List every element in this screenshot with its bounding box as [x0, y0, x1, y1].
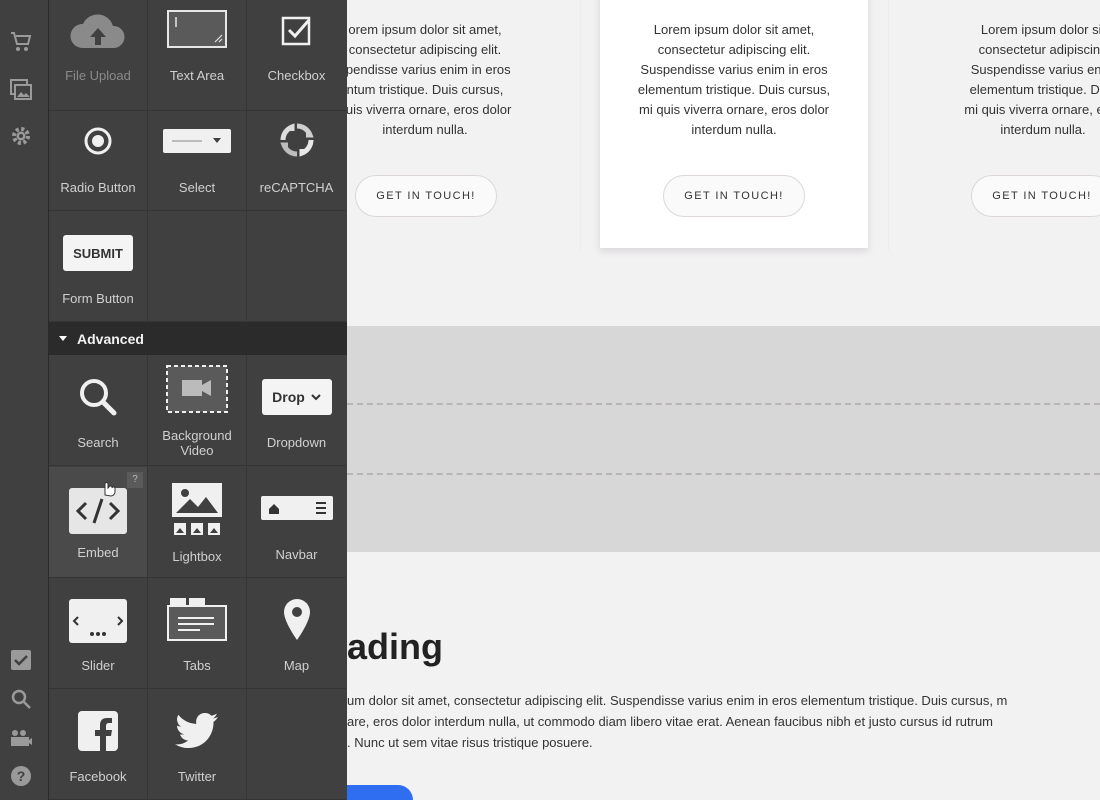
left-toolbar: ?: [0, 0, 49, 800]
tile-label: Slider: [81, 658, 115, 673]
tile-embed[interactable]: ? Embed: [49, 467, 148, 578]
tile-checkbox[interactable]: Checkbox: [247, 0, 346, 111]
tile-label: File Upload: [65, 68, 131, 83]
tile-label: reCAPTCHA: [259, 180, 334, 195]
get-in-touch-button[interactable]: GET IN TOUCH!: [355, 175, 497, 217]
check-icon[interactable]: [7, 646, 35, 674]
cloud-upload-icon: [49, 8, 147, 54]
tile-recaptcha[interactable]: reCAPTCHA: [247, 100, 346, 211]
section-heading: ading: [347, 626, 443, 667]
video-icon: [148, 365, 246, 413]
map-pin-icon: [247, 598, 346, 642]
cart-icon[interactable]: [7, 28, 35, 56]
text-area-icon: [148, 10, 246, 48]
tile-map[interactable]: Map: [247, 578, 346, 689]
tile-label: Twitter: [177, 769, 217, 784]
tile-select[interactable]: Select: [148, 100, 247, 211]
section-title: Advanced: [77, 330, 144, 347]
card-text: Lorem ipsum dolor sit consectetur adipis…: [964, 22, 1100, 137]
card-text: Lorem ipsum dolor sit amet, consectetur …: [637, 22, 831, 137]
tile-navbar[interactable]: Navbar: [247, 467, 346, 578]
tile-label: Search: [77, 435, 119, 450]
empty-section[interactable]: [347, 326, 1100, 552]
empty-tile: [247, 211, 346, 322]
get-in-touch-button[interactable]: GET IN TOUCH!: [971, 175, 1100, 217]
design-canvas[interactable]: orem ipsum dolor sit amet, consectetur a…: [347, 0, 1100, 800]
tile-label: Form Button: [62, 291, 134, 306]
tile-label: Dropdown: [266, 435, 327, 450]
navbar-icon: [247, 495, 346, 521]
select-icon: [148, 128, 246, 154]
dashed-divider: [347, 473, 1100, 475]
tile-label: Text Area: [169, 68, 225, 83]
tile-text-area[interactable]: Text Area: [148, 0, 247, 111]
column-divider: [888, 0, 889, 250]
column-divider: [580, 0, 581, 250]
dropdown-icon: Drop: [247, 379, 346, 415]
help-badge[interactable]: ?: [127, 472, 143, 488]
tile-label: Background Video: [162, 428, 232, 458]
image-icon: [148, 481, 246, 537]
tile-label: Facebook: [69, 769, 127, 784]
empty-tile: [148, 211, 247, 322]
advanced-section-header[interactable]: Advanced: [49, 322, 347, 355]
tile-slider[interactable]: Slider: [49, 578, 148, 689]
dashed-divider: [347, 403, 1100, 405]
twitter-icon: [148, 713, 246, 749]
tile-label: Radio Button: [60, 180, 136, 195]
tile-search[interactable]: Search: [49, 355, 148, 466]
help-icon[interactable]: ?: [7, 762, 35, 790]
recaptcha-icon: [247, 122, 346, 158]
submit-button-icon: SUBMIT: [49, 235, 147, 271]
section-paragraph: um dolor sit amet, consectetur adipiscin…: [347, 693, 1008, 750]
tile-facebook[interactable]: Facebook: [49, 689, 148, 800]
search-icon: [49, 377, 147, 417]
add-elements-panel: File Upload Text Area Checkbox Radio But…: [49, 0, 347, 800]
tile-label: Lightbox: [172, 549, 222, 564]
slider-icon: [49, 598, 147, 644]
tile-dropdown[interactable]: Drop Dropdown: [247, 355, 346, 466]
card-text: orem ipsum dolor sit amet, consectetur a…: [347, 22, 512, 137]
tile-radio-button[interactable]: Radio Button: [49, 100, 148, 211]
tile-label: Navbar: [275, 547, 318, 562]
checkbox-icon: [247, 14, 346, 46]
primary-button[interactable]: [347, 785, 413, 800]
users-icon[interactable]: [7, 724, 35, 752]
tile-label: Embed: [77, 545, 119, 560]
svg-text:?: ?: [17, 768, 26, 784]
tile-lightbox[interactable]: Lightbox: [148, 467, 247, 578]
tile-label: Checkbox: [267, 68, 326, 83]
tile-file-upload[interactable]: File Upload: [49, 0, 148, 111]
gear-icon[interactable]: [7, 122, 35, 150]
radio-button-icon: [49, 126, 147, 156]
tile-twitter[interactable]: Twitter: [148, 689, 247, 800]
empty-tile: [247, 689, 346, 800]
gallery-icon[interactable]: [7, 76, 35, 104]
tabs-icon: [148, 596, 246, 642]
tile-label: Map: [283, 658, 310, 673]
facebook-icon: [49, 711, 147, 751]
tile-label: Select: [178, 180, 216, 195]
tile-label: Tabs: [183, 658, 211, 673]
tile-tabs[interactable]: Tabs: [148, 578, 247, 689]
get-in-touch-button[interactable]: GET IN TOUCH!: [663, 175, 805, 217]
hand-cursor-icon: [99, 479, 117, 501]
caret-down-icon: [59, 336, 67, 341]
search-icon[interactable]: [7, 685, 35, 713]
tile-background-video[interactable]: Background Video: [148, 355, 247, 466]
chevron-down-icon: [311, 394, 321, 401]
tile-form-button[interactable]: SUBMIT Form Button: [49, 211, 148, 322]
code-icon: [49, 487, 147, 535]
